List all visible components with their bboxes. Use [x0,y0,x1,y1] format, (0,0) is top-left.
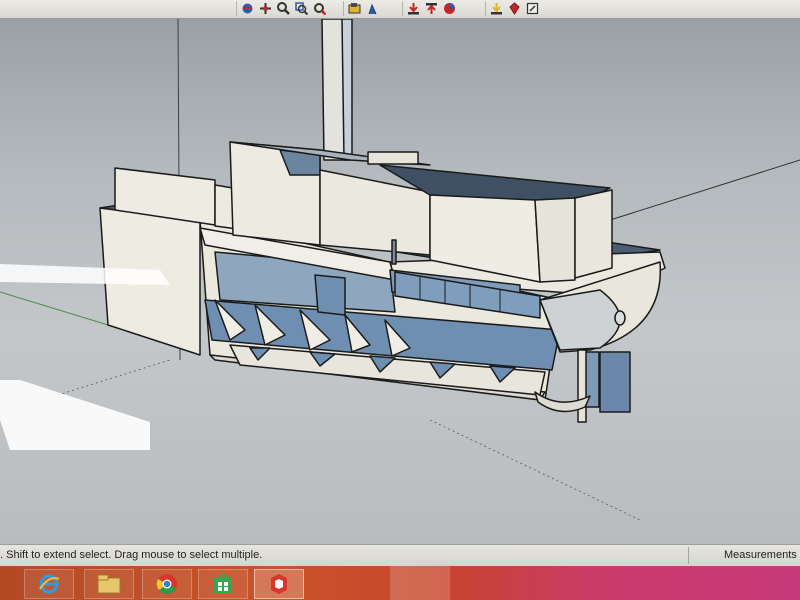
ruby-icon[interactable] [507,1,522,16]
components-icon[interactable] [442,1,457,16]
file-explorer-icon[interactable] [84,569,134,599]
dotted-axis-line-2 [429,419,641,521]
screen-glare-2 [0,380,150,450]
chrome-icon[interactable] [142,569,192,599]
status-bar: . Shift to extend select. Drag mouse to … [0,544,800,567]
section-tools-group [343,1,383,16]
hull-group [99,19,666,423]
get-extensions-icon[interactable] [489,1,504,16]
red-axis-line [609,159,800,221]
status-hint: . Shift to extend select. Drag mouse to … [0,549,263,561]
sketchup-icon[interactable] [254,569,304,599]
walk-icon[interactable] [365,1,380,16]
share-model-icon[interactable] [424,1,439,16]
zoom-window-icon[interactable] [294,1,309,16]
warehouse-tools-group [402,1,460,16]
toolbar [0,0,800,19]
layout-icon[interactable] [525,1,540,16]
extension-tools-group [485,1,543,16]
get-models-icon[interactable] [406,1,421,16]
zoom-icon[interactable] [276,1,291,16]
store-icon[interactable] [198,569,248,599]
boat-model[interactable] [0,19,800,544]
zoom-extents-icon[interactable] [312,1,327,16]
modeling-viewport[interactable] [0,19,800,544]
measurements-box[interactable]: Measurements [688,547,800,564]
measurements-label: Measurements [724,549,797,561]
orbit-icon[interactable] [240,1,255,16]
section-plane-icon[interactable] [347,1,362,16]
pan-icon[interactable] [258,1,273,16]
taskbar-glare [390,566,450,600]
internet-explorer-icon[interactable] [24,569,74,599]
view-tools-group [236,1,330,16]
taskbar [0,566,800,600]
